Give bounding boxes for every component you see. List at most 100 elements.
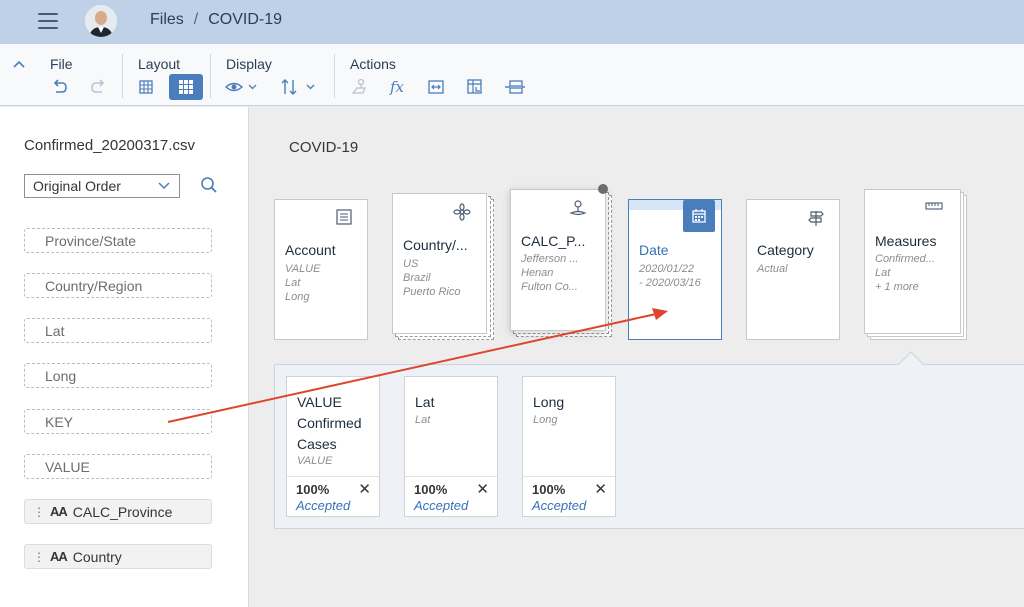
drag-handle-icon[interactable]: ⋮: [33, 550, 45, 564]
card-view-button[interactable]: [169, 74, 203, 100]
field-lat[interactable]: Lat: [24, 318, 212, 343]
drag-handle-icon[interactable]: ⋮: [33, 505, 45, 519]
remove-close-icon[interactable]: ✕: [594, 480, 607, 498]
dimension-card-account[interactable]: Account VALUE Lat Long: [274, 199, 368, 340]
card-title: Measures: [875, 233, 937, 249]
undo-button[interactable]: [45, 74, 75, 100]
display-group: Display: [225, 44, 326, 106]
field-long[interactable]: Long: [24, 363, 212, 388]
shell-bar: Files / COVID-19: [0, 0, 1024, 44]
layout-group-title: Layout: [138, 56, 181, 72]
measure-status: Accepted: [296, 498, 351, 513]
hierarchy-button[interactable]: [343, 74, 373, 100]
measure-card-value[interactable]: VALUE Confirmed Cases VALUE 100% Accepted …: [286, 376, 380, 517]
table-transform-icon: [467, 79, 482, 94]
split-column-button[interactable]: [421, 74, 451, 100]
field-country-label: Country: [72, 548, 122, 565]
sort-icon: [281, 79, 315, 95]
chevron-up-icon[interactable]: [12, 58, 26, 70]
measure-source: Long: [533, 414, 558, 426]
signpost-icon: [808, 211, 824, 226]
eye-icon: [225, 82, 257, 92]
breadcrumb-current: COVID-19: [208, 11, 283, 28]
chevron-down-icon: [158, 182, 170, 190]
toolbar: File Layout Display Actions fx: [0, 44, 1024, 106]
measure-title: Long: [533, 394, 565, 410]
field-country-region[interactable]: Country/Region: [24, 273, 212, 298]
card-members: Actual: [757, 263, 788, 275]
merge-button[interactable]: [500, 74, 530, 100]
table-grid-icon: [139, 80, 153, 94]
breadcrumb-separator: /: [193, 11, 199, 28]
measure-percent: 100%: [414, 482, 448, 497]
measure-title: VALUE Confirmed Cases: [297, 394, 362, 452]
undo-icon: [53, 79, 67, 93]
field-province-state[interactable]: Province/State: [24, 228, 212, 253]
redo-button[interactable]: [83, 74, 113, 100]
dimension-card-calc-province[interactable]: CALC_P... Jefferson ... Henan Fulton Co...: [510, 189, 606, 331]
field-value[interactable]: VALUE: [24, 454, 212, 479]
measure-card-lat[interactable]: Lat Lat 100% Accepted ✕: [404, 376, 498, 517]
avatar[interactable]: [85, 5, 117, 37]
formula-button[interactable]: fx: [382, 74, 412, 100]
account-hierarchy-icon: [336, 209, 352, 225]
status-dot: [598, 184, 608, 194]
text-type-icon: AA: [50, 504, 68, 519]
measure-status: Accepted: [532, 498, 587, 513]
measures-card[interactable]: Measures Confirmed... Lat + 1 more: [864, 189, 961, 334]
field-country[interactable]: ⋮ AA Country: [24, 544, 212, 569]
actions-group-title: Actions: [350, 56, 396, 72]
measure-percent: 100%: [296, 482, 330, 497]
sort-menu-button[interactable]: [278, 74, 320, 100]
measure-footer: 100% Accepted ✕: [287, 476, 379, 516]
measure-source: Lat: [415, 414, 431, 426]
file-group-title: File: [50, 56, 73, 72]
card-members: Jefferson ... Henan Fulton Co...: [521, 253, 579, 293]
dimension-card-date[interactable]: Date 2020/01/22- 2020/03/16: [628, 199, 722, 340]
remove-close-icon[interactable]: ✕: [358, 480, 371, 498]
calendar-icon: [692, 209, 706, 223]
date-type-badge: [683, 200, 715, 232]
field-calc-province[interactable]: ⋮ AA CALC_Province: [24, 499, 212, 524]
dimension-card-country[interactable]: Country/... US Brazil Puerto Rico: [392, 193, 487, 334]
file-group: File: [50, 44, 120, 106]
dimension-card-category[interactable]: Category Actual: [746, 199, 840, 340]
source-columns-panel: Confirmed_20200317.csv Original Order Pr…: [0, 107, 249, 607]
grid-view-button[interactable]: [131, 74, 161, 100]
file-name: Confirmed_20200317.csv: [24, 137, 195, 154]
measure-footer: 100% Accepted ✕: [405, 476, 497, 516]
measure-card-long[interactable]: Long Long 100% Accepted ✕: [522, 376, 616, 517]
align-icon: [505, 80, 525, 94]
display-group-title: Display: [226, 56, 272, 72]
order-dropdown[interactable]: Original Order: [24, 174, 180, 198]
toolbar-divider: [122, 54, 123, 98]
hierarchy-icon: [351, 78, 366, 94]
field-key[interactable]: KEY: [24, 409, 212, 434]
transform-button[interactable]: [460, 74, 490, 100]
menu-icon[interactable]: [38, 13, 58, 29]
card-title: Country/...: [403, 237, 468, 253]
tiles-icon: [179, 80, 193, 94]
model-title: COVID-19: [289, 139, 359, 156]
card-title: Date: [639, 242, 669, 258]
measure-status: Accepted: [414, 498, 469, 513]
measure-title: Lat: [415, 394, 435, 410]
actions-group: Actions fx: [350, 44, 550, 106]
card-members: Confirmed... Lat + 1 more: [875, 253, 935, 293]
card-title: CALC_P...: [521, 233, 586, 249]
measure-source: VALUE: [297, 455, 333, 467]
field-calc-province-label: CALC_Province: [72, 503, 173, 520]
card-members: VALUE Lat Long: [285, 263, 321, 303]
function-icon: fx: [389, 78, 404, 96]
visibility-menu-button[interactable]: [222, 74, 262, 100]
ruler-icon: [925, 202, 943, 210]
breadcrumb-files-link[interactable]: Files: [150, 11, 184, 29]
measures-detail-panel: [274, 364, 1024, 529]
country-flower-icon: [453, 203, 471, 221]
search-icon[interactable]: [200, 176, 218, 194]
text-type-icon: AA: [50, 549, 68, 564]
toolbar-divider: [334, 54, 335, 98]
card-date-range: 2020/01/22- 2020/03/16: [639, 263, 701, 289]
order-dropdown-value: Original Order: [33, 178, 121, 194]
remove-close-icon[interactable]: ✕: [476, 480, 489, 498]
